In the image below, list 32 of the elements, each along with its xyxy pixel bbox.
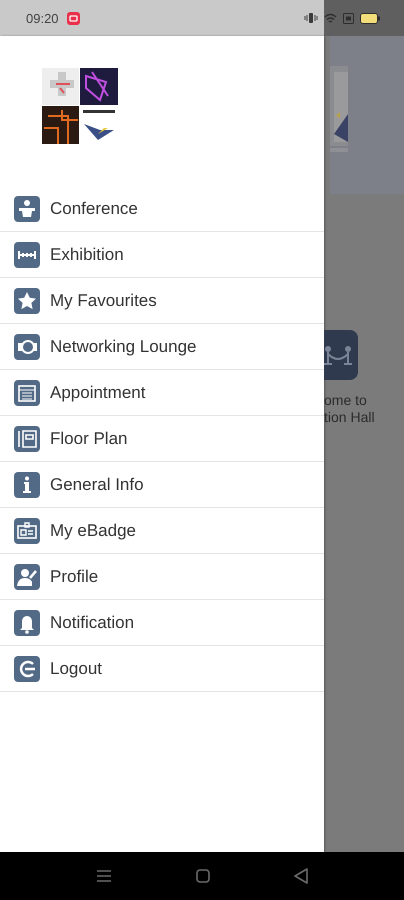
logout-icon xyxy=(14,656,40,682)
stanchion-icon xyxy=(324,330,358,380)
back-icon[interactable] xyxy=(294,868,308,884)
welcome-text: ome to xyxy=(324,392,368,409)
sim-icon xyxy=(343,12,354,24)
menu-item[interactable]: Notification xyxy=(0,600,324,646)
menu-item[interactable]: My Favourites xyxy=(0,278,324,324)
calendar-icon xyxy=(14,380,40,406)
welcome-text: tion Hall xyxy=(324,409,376,426)
exhibition-icon xyxy=(14,242,40,268)
vibrate-icon xyxy=(304,12,318,24)
floor-plan-icon xyxy=(14,426,40,452)
menu-item[interactable]: Networking Lounge xyxy=(0,324,324,370)
status-time: 09:20 xyxy=(26,10,59,26)
lectern-icon xyxy=(14,196,40,222)
menu-item[interactable]: Conference xyxy=(0,186,324,232)
battery-icon xyxy=(360,12,380,24)
menu-item[interactable]: Floor Plan xyxy=(0,416,324,462)
profile-edit-icon xyxy=(14,564,40,590)
home-icon[interactable] xyxy=(196,869,210,883)
app-notification-icon xyxy=(66,12,80,24)
menu-item[interactable]: Appointment xyxy=(0,370,324,416)
menu-item[interactable]: Logout xyxy=(0,646,324,692)
info-icon xyxy=(14,472,40,498)
menu-item[interactable]: Profile xyxy=(0,554,324,600)
badge-icon xyxy=(14,518,40,544)
menu-icon[interactable] xyxy=(96,868,112,884)
menu-item[interactable]: General Info xyxy=(0,462,324,508)
menu-item[interactable]: Exhibition xyxy=(0,232,324,278)
menu-item[interactable]: My eBadge xyxy=(0,508,324,554)
wifi-icon xyxy=(324,12,337,24)
bell-icon xyxy=(14,610,40,636)
